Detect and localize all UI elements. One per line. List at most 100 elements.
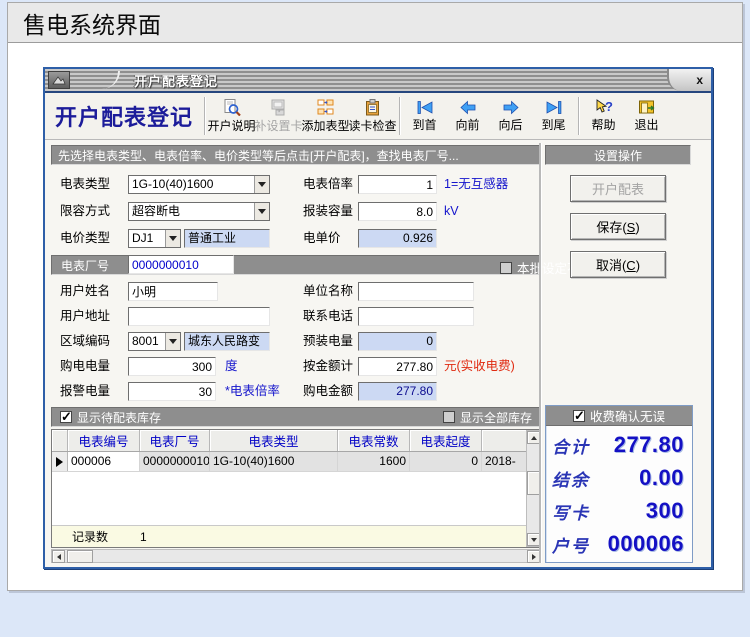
price-type-select[interactable]: DJ1 <box>128 229 181 248</box>
alarm-qty-input[interactable] <box>128 382 216 401</box>
capacity-input[interactable] <box>358 202 437 221</box>
help-button[interactable]: ? 帮助 <box>582 95 625 138</box>
table-header[interactable]: 电表编号 <box>68 430 140 451</box>
table-vscrollbar[interactable] <box>526 430 540 547</box>
limit-mode-select[interactable]: 超容断电 <box>128 202 270 221</box>
write-card-row: 写卡 300 <box>552 496 684 526</box>
app-logo-icon <box>48 71 70 89</box>
capacity-hint: kV <box>444 202 459 221</box>
checkbox-checked-icon <box>60 411 72 423</box>
go-prev-button[interactable]: 向前 <box>446 95 489 138</box>
toolbar-separator <box>204 97 205 135</box>
table-header[interactable]: 电表类型 <box>210 430 338 451</box>
close-button[interactable]: x <box>667 69 711 91</box>
region-select[interactable]: 8001 <box>128 332 181 351</box>
chevron-down-icon[interactable] <box>254 176 269 193</box>
user-addr-input[interactable] <box>128 307 270 326</box>
save-label: 保存(S) <box>596 217 639 236</box>
region-desc: 城东人民路变 <box>184 332 270 351</box>
read-card-check-button[interactable]: 读卡检查 <box>349 95 396 138</box>
chevron-down-icon[interactable] <box>254 203 269 220</box>
alarm-qty-hint: *电表倍率 <box>225 382 280 401</box>
table-hscrollbar[interactable] <box>51 549 541 563</box>
toolbar-separator <box>399 97 400 135</box>
price-type-desc: 普通工业 <box>184 229 270 248</box>
arrow-last-icon <box>544 100 564 115</box>
meter-type-value: 1G-10(40)1600 <box>129 176 254 193</box>
clipboard-icon <box>363 99 382 116</box>
go-next-button[interactable]: 向后 <box>489 95 532 138</box>
alarm-qty-label: 报警电量 <box>60 382 110 401</box>
balance-label: 结余 <box>552 466 590 491</box>
fee-confirm-bar: 收费确认无误 <box>546 406 692 426</box>
show-all-label: 显示全部库存 <box>460 409 532 426</box>
setup-card-icon: * <box>269 99 288 116</box>
exit-door-icon <box>637 99 657 115</box>
meter-ratio-hint: 1=无互感器 <box>444 175 508 194</box>
table-footer: 记录数 1 <box>52 525 540 547</box>
save-button[interactable]: 保存(S) <box>570 213 666 240</box>
total-value: 277.80 <box>614 432 684 458</box>
account-no-label: 户号 <box>552 532 590 557</box>
dialog-titlebar: 开户配表登记 x <box>45 69 711 93</box>
purchase-amt-value: 277.80 <box>358 382 437 401</box>
toolbar-button-label: 到尾 <box>542 116 566 133</box>
show-pending-checkbox[interactable]: 显示待配表库存 <box>60 409 161 426</box>
fee-confirm-label: 收费确认无误 <box>590 406 665 425</box>
table-header[interactable]: 电表起度 <box>410 430 482 451</box>
balance-row: 结余 0.00 <box>552 463 684 493</box>
toolbar-button-label: 到首 <box>413 116 437 133</box>
go-last-button[interactable]: 到尾 <box>532 95 575 138</box>
meter-ratio-input[interactable] <box>358 175 437 194</box>
limit-mode-value: 超容断电 <box>129 203 254 220</box>
chevron-down-icon[interactable] <box>165 230 180 247</box>
cell-serial: 0000000010 <box>140 452 210 471</box>
toolbar-button-label: 补设置卡 <box>255 117 303 134</box>
user-name-input[interactable] <box>128 282 218 301</box>
meter-serial-input[interactable] <box>128 255 234 274</box>
checkbox-icon <box>500 262 512 274</box>
phone-input[interactable] <box>358 307 474 326</box>
open-account-config-button[interactable]: 开户配表 <box>570 175 666 202</box>
fee-confirm-checkbox[interactable] <box>573 410 585 422</box>
preload-value: 0 <box>358 332 437 351</box>
scroll-left-icon[interactable] <box>52 550 65 563</box>
settings-panel-header: 设置操作 <box>545 145 691 165</box>
cancel-button[interactable]: 取消(C) <box>570 251 666 278</box>
instruction-text: 先选择电表类型、电表倍率、电价类型等后点击[开户配表]，查找电表厂号... <box>58 147 459 164</box>
chevron-down-icon[interactable] <box>165 333 180 350</box>
cell-type: 1G-10(40)1600 <box>210 452 338 471</box>
table-header[interactable]: 电表常数 <box>338 430 410 451</box>
toolbar-button-label: 向后 <box>499 116 523 133</box>
go-first-button[interactable]: 到首 <box>403 95 446 138</box>
unit-price-value: 0.926 <box>358 229 437 248</box>
hscroll-thumb[interactable] <box>67 550 93 563</box>
dialog-title: 开户配表登记 <box>134 71 218 90</box>
arrow-next-icon <box>501 100 521 115</box>
open-account-help-button[interactable]: 开户说明 <box>208 95 255 138</box>
meter-type-label: 电表类型 <box>60 175 110 194</box>
balance-value: 0.00 <box>639 465 684 491</box>
dialog-heading: 开户配表登记 <box>45 100 201 132</box>
toolbar-button-label: 退出 <box>635 116 659 133</box>
instruction-bar: 先选择电表类型、电表倍率、电价类型等后点击[开户配表]，查找电表厂号... <box>51 145 541 165</box>
total-row: 合计 277.80 <box>552 430 684 460</box>
add-meter-type-button[interactable]: 添加表型 <box>302 95 349 138</box>
help-icon: ? <box>594 99 614 115</box>
page-card: 售电系统界面 开户配表登记 x 开户配表登记 开户说明 * <box>7 2 743 591</box>
supplement-card-button[interactable]: * 补设置卡 <box>255 95 302 138</box>
cancel-label: 取消(C) <box>596 255 640 274</box>
table-header[interactable]: 电表厂号 <box>140 430 210 451</box>
toolbar-separator <box>578 97 579 135</box>
cell-meter-no: 000006 <box>68 452 140 471</box>
org-name-input[interactable] <box>358 282 474 301</box>
arrow-prev-icon <box>458 100 478 115</box>
meter-ratio-label: 电表倍率 <box>303 175 353 194</box>
by-amount-input[interactable] <box>358 357 437 376</box>
purchase-qty-input[interactable] <box>128 357 216 376</box>
exit-button[interactable]: 退出 <box>625 95 668 138</box>
meter-type-select[interactable]: 1G-10(40)1600 <box>128 175 270 194</box>
user-addr-label: 用户地址 <box>60 307 110 326</box>
show-all-checkbox[interactable]: 显示全部库存 <box>443 409 532 426</box>
table-row[interactable]: 000006 0000000010 1G-10(40)1600 1600 0 2… <box>52 452 540 472</box>
